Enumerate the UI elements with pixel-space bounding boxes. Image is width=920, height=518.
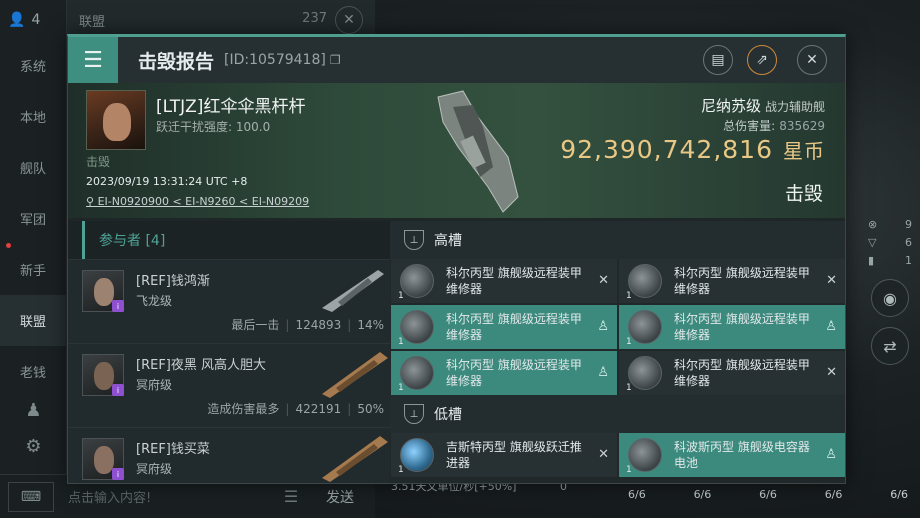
fitting-panel: ⊥ 高槽 1 科尔丙型 旗舰级远程装甲维修器 ✕ 1 科尔丙型 旗舰级远程装甲维… (390, 221, 845, 483)
armor-repairer-icon: 1 (398, 356, 434, 393)
participants-panel: 参与者 [4] i [REF]钱鸿渐 飞龙级 最后一击 | 124893 | 14% i… (68, 221, 390, 483)
module-item[interactable]: 1 科尔丙型 旗舰级远程装甲维修器 ✕ (619, 351, 845, 395)
corp-badge-icon: i (112, 468, 124, 480)
module-item[interactable]: 1 科尔丙型 旗舰级远程装甲维修器 ♙ (391, 305, 617, 349)
ship-thumbnail (322, 352, 388, 398)
sidebar-item-system[interactable]: 系统 (0, 40, 66, 91)
sidebar-item-alliance[interactable]: 联盟 (0, 295, 66, 346)
module-item[interactable]: 1 科波斯丙型 旗舰级电容器电池 ♙ (619, 433, 845, 477)
keyboard-icon[interactable]: ⌨ (8, 481, 54, 512)
armor-repairer-icon: 1 (626, 356, 662, 393)
target-icon: ⊗ (868, 217, 878, 231)
close-chat-icon[interactable]: ✕ (335, 6, 363, 34)
clipboard-icon[interactable]: ▤ (703, 45, 733, 75)
menu-icon[interactable]: ☰ (68, 37, 118, 83)
dropped-person-icon: ♙ (825, 447, 837, 462)
participant-stats: 最后一击 | 124893 | 14% (231, 318, 384, 332)
hud-other-count: ▮ 1 (868, 253, 912, 267)
gear-icon[interactable]: ⚙ (0, 428, 67, 464)
dialog-body: 参与者 [4] i [REF]钱鸿渐 飞龙级 最后一击 | 124893 | 14% i… (68, 221, 845, 483)
menu-icon[interactable]: ☰ (277, 487, 305, 506)
close-icon[interactable]: ✕ (797, 45, 827, 75)
module-item[interactable]: 1 吉斯特丙型 旗舰级跃迁推进器 ✕ (391, 433, 617, 477)
location-pin-icon: ⚲ (86, 195, 98, 208)
sidebar-item-newbie[interactable]: 新手 (0, 244, 66, 295)
send-button[interactable]: 发送 (305, 487, 375, 507)
person-icon: 👤 (8, 12, 26, 28)
victim-name[interactable]: [LTJZ]红伞伞黑杆杆 (156, 92, 305, 117)
low-slot-icon: ⊥ (404, 404, 424, 424)
report-id[interactable]: [ID:10579418] (224, 52, 326, 68)
high-slot-header: ⊥ 高槽 (390, 221, 845, 259)
module-item[interactable]: 1 科尔丙型 旗舰级远程装甲维修器 ✕ (391, 259, 617, 303)
game-screen: 👤 4 系统 本地 舰队 军团 新手 联盟 老钱 ♟ ⚙ 联盟 237 ✕ ⌨ … (0, 0, 920, 518)
alliance-tab-label: 联盟 (79, 14, 106, 30)
page-title: 击毁报告 (138, 50, 215, 73)
dialog-header: ☰ 击毁报告 [ID:10579418] ❐ ▤ ⇗ ✕ (68, 37, 845, 83)
high-slot-list: 1 科尔丙型 旗舰级远程装甲维修器 ✕ 1 科尔丙型 旗舰级远程装甲维修器 ✕ … (390, 259, 845, 395)
copy-icon[interactable]: ❐ (330, 53, 341, 67)
armor-repairer-icon: 1 (626, 264, 662, 301)
armor-repairer-icon: 1 (626, 310, 662, 347)
kill-location[interactable]: ⚲ EI-N0920900 < EI-N9260 < EI-N09209 (86, 195, 309, 208)
total-damage: 总伤害量: 835629 (723, 119, 825, 133)
hud-target-count: ⊗ 9 (868, 217, 912, 231)
participant-row[interactable]: i [REF]钱鸿渐 飞龙级 最后一击 | 124893 | 14% (68, 259, 390, 343)
participant-stats: 造成伤害最多 | 422191 | 50% (207, 402, 384, 416)
warp-disruption: 跃迁干扰强度: 100.0 (156, 120, 271, 134)
dropped-person-icon: ♙ (597, 365, 609, 380)
notification-dot (6, 243, 11, 248)
ship-name: 尼纳苏级 战力辅助舰 (700, 97, 825, 115)
destroyed-icon: ✕ (826, 273, 837, 288)
capacitor-battery-icon: 1 (626, 438, 662, 475)
sidebar-item-fleet[interactable]: 舰队 (0, 142, 66, 193)
dropped-person-icon: ♙ (597, 319, 609, 334)
sidebar-item-local[interactable]: 本地 (0, 91, 66, 142)
destroyed-icon: ✕ (598, 447, 609, 462)
module-item[interactable]: 1 科尔丙型 旗舰级远程装甲维修器 ♙ (391, 351, 617, 395)
high-slot-icon: ⊥ (404, 230, 424, 250)
eye-icon[interactable]: ◉ (871, 279, 909, 317)
victim-status: 击毁 (86, 155, 111, 169)
module-item[interactable]: 1 科尔丙型 旗舰级远程装甲维修器 ♙ (619, 305, 845, 349)
killmail-dialog: ☰ 击毁报告 [ID:10579418] ❐ ▤ ⇗ ✕ [LTJZ]红伞伞黑杆… (67, 34, 846, 484)
kill-datetime: 2023/09/19 13:31:24 UTC +8 (86, 175, 248, 188)
participants-header: 参与者 [4] (82, 221, 390, 259)
dropped-person-icon: ♙ (825, 319, 837, 334)
list-icon: ▮ (868, 253, 875, 267)
right-hud: ⊗ 9 ▽ 6 ▮ 1 ◉ ⇄ (860, 215, 920, 375)
ship-thumbnail (322, 270, 384, 312)
ship-thumbnail (322, 436, 388, 482)
low-slot-header: ⊥ 低槽 (390, 395, 845, 433)
participant-row[interactable]: i [REF]钱买菜 冥府级 (68, 427, 390, 483)
armor-repairer-icon: 1 (398, 310, 434, 347)
alliance-member-count: 237 (302, 11, 327, 26)
share-icon[interactable]: ⇗ (747, 45, 777, 75)
sidebar-item-corp[interactable]: 军团 (0, 193, 66, 244)
victim-avatar[interactable] (86, 90, 146, 150)
destroyed-icon: ✕ (598, 273, 609, 288)
left-sidebar: 👤 4 系统 本地 舰队 军团 新手 联盟 老钱 ♟ ⚙ (0, 0, 67, 518)
module-item[interactable]: 1 科尔丙型 旗舰级远程装甲维修器 ✕ (619, 259, 845, 303)
player-count[interactable]: 👤 4 (0, 0, 66, 40)
participant-row[interactable]: i [REF]夜黑 风高人胆大 冥府级 造成伤害最多 | 422191 | 50% (68, 343, 390, 427)
corp-badge-icon: i (112, 300, 124, 312)
hud-drone-count: ▽ 6 (868, 235, 912, 249)
armor-repairer-icon: 1 (398, 264, 434, 301)
kill-result: 击毁 (784, 183, 823, 205)
ship-render (437, 90, 519, 213)
user-settings-icon[interactable]: ♟ (0, 392, 67, 428)
microwarpdrive-icon: 1 (398, 438, 434, 475)
isk-value: 92,390,742,816 星币 (560, 135, 825, 164)
low-slot-list: 1 吉斯特丙型 旗舰级跃迁推进器 ✕ 1 科波斯丙型 旗舰级电容器电池 ♙ (390, 433, 845, 477)
corp-badge-icon: i (112, 384, 124, 396)
chat-input[interactable]: 点击输入内容! (60, 482, 277, 512)
victim-banner: [LTJZ]红伞伞黑杆杆 跃迁干扰强度: 100.0 击毁 2023/09/19… (68, 83, 845, 218)
slot-counters: 6/6 6/6 6/6 6/6 6/6 (628, 488, 908, 501)
sidebar-item-laoqian[interactable]: 老钱 (0, 346, 66, 397)
destroyed-icon: ✕ (826, 365, 837, 380)
drone-icon: ▽ (868, 235, 877, 249)
swap-icon[interactable]: ⇄ (871, 327, 909, 365)
